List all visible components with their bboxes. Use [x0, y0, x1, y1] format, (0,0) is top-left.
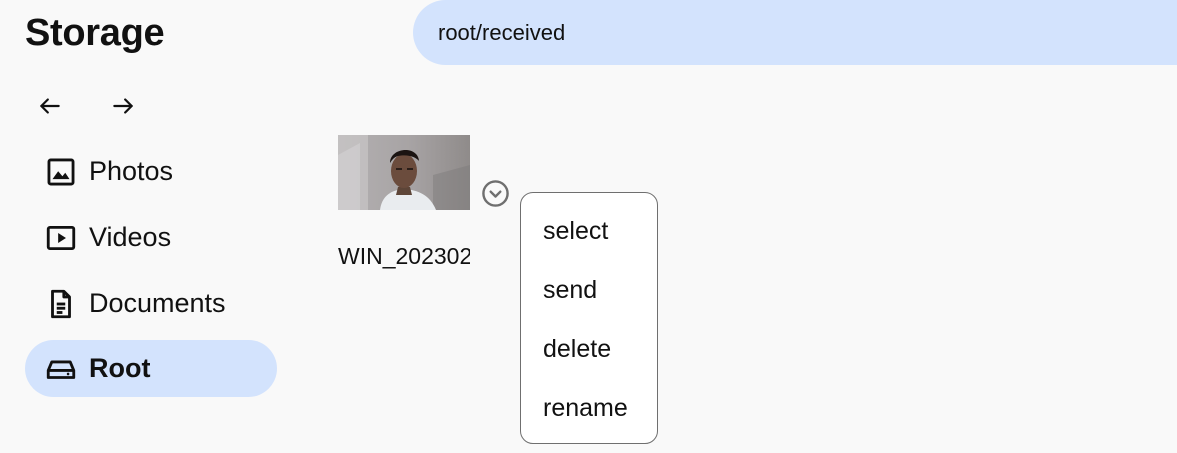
- sidebar-item-videos[interactable]: Videos: [25, 209, 277, 266]
- path-text: root/received: [438, 19, 566, 45]
- menu-item-select[interactable]: select: [521, 202, 657, 261]
- sidebar-item-label: Photos: [89, 156, 174, 186]
- sidebar-item-photos[interactable]: Photos: [25, 143, 277, 200]
- sidebar-item-label: Root: [89, 353, 151, 383]
- menu-item-delete[interactable]: delete: [521, 320, 657, 379]
- sidebar-item-label: Documents: [89, 288, 226, 318]
- path-bar[interactable]: root/received: [413, 0, 1177, 65]
- sidebar-item-documents[interactable]: Documents: [25, 275, 277, 332]
- file-name: WIN_202302: [338, 243, 470, 269]
- chevron-down-circle-icon: [482, 180, 509, 207]
- sidebar-item-label: Videos: [89, 222, 172, 252]
- menu-item-rename[interactable]: rename: [521, 379, 657, 438]
- context-menu: select send delete rename: [520, 192, 658, 444]
- image-icon: [42, 153, 80, 191]
- app-title: Storage: [25, 12, 165, 54]
- sidebar-item-root[interactable]: Root: [25, 340, 277, 397]
- forward-button[interactable]: [105, 88, 141, 124]
- video-icon: [42, 219, 80, 257]
- arrow-left-icon: [40, 98, 60, 114]
- back-button[interactable]: [32, 88, 68, 124]
- file-thumbnail: [338, 135, 470, 210]
- menu-item-send[interactable]: send: [521, 261, 657, 320]
- document-icon: [42, 285, 80, 323]
- file-options-button[interactable]: [481, 179, 510, 208]
- arrow-right-icon: [113, 98, 133, 114]
- file-item[interactable]: WIN_202302: [338, 135, 470, 285]
- drive-icon: [42, 350, 80, 388]
